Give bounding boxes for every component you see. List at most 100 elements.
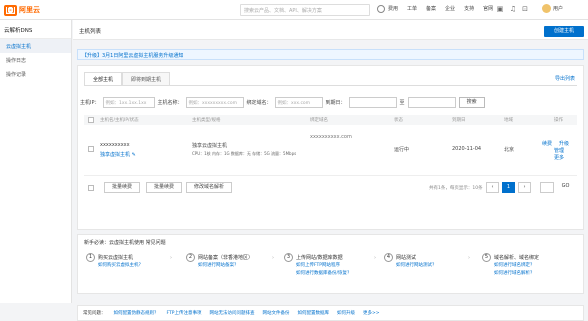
search-icon[interactable]	[377, 5, 385, 13]
guide-title: 新手必读：云虚拟主机使用 常见问题	[84, 240, 166, 246]
ip-label: 主机IP：	[80, 100, 100, 106]
step-link[interactable]: 如何进行网站备案？	[198, 262, 239, 268]
arrow-right-icon: ›	[272, 255, 274, 261]
expire-label: 到期日：	[325, 100, 346, 106]
nav-site[interactable]: 官网	[483, 5, 493, 12]
next-page-button[interactable]: ›	[518, 182, 531, 193]
manage-link[interactable]: 管理	[554, 147, 564, 154]
goto-button[interactable]: GO	[559, 182, 572, 193]
tab-all-hosts[interactable]: 全部主机	[84, 72, 123, 86]
search-input[interactable]: 搜索云产品、文档、API、解决方案	[240, 4, 370, 16]
step-title: 网站备案（非香港地区）	[198, 255, 254, 261]
step-title: 域名解析、域名绑定	[494, 255, 540, 261]
host-expire: 2020-11-04	[452, 146, 482, 152]
step-title: 上传网站/数据库数据	[296, 255, 343, 261]
cart-icon[interactable]: ⊡	[521, 5, 529, 13]
sidebar-item-records[interactable]: 操作记录	[0, 67, 71, 81]
create-host-button[interactable]: 创建主机	[544, 26, 584, 37]
sidebar-item-hosts[interactable]: 云虚拟主机	[0, 39, 71, 53]
faq-link[interactable]: FTP上传注意事项	[167, 310, 202, 316]
page-header: 主机列表 创建主机	[73, 20, 588, 40]
faq-label: 常见问题：	[83, 311, 106, 316]
faq-link[interactable]: 如何配置伪静态规则？	[114, 310, 159, 316]
table-header: 主机名/主机IP/状态 主机类型/规格 绑定域名 状态 到期日 地域 操作	[84, 115, 577, 125]
goto-page-input[interactable]	[540, 182, 554, 193]
host-name[interactable]: xxxxxxxxxx	[100, 142, 130, 148]
row-checkbox[interactable]	[88, 146, 94, 152]
domain-input[interactable]: 例如：xxx.com	[274, 97, 323, 108]
faq-link[interactable]: 网站无法访问问题排查	[209, 310, 254, 316]
step-link[interactable]: 如何进行域名绑定？	[494, 262, 535, 268]
step-title: 购买云虚拟主机	[98, 255, 134, 261]
domain-label: 绑定域名：	[246, 100, 272, 106]
faq-bar: 常见问题： 如何配置伪静态规则？ FTP上传注意事项 网站无法访问问题排查 网站…	[77, 305, 584, 321]
sidebar: 云解析DNS 云虚拟主机 操作日志 操作记录	[0, 20, 72, 303]
host-region: 北京	[504, 147, 515, 153]
nav-fee[interactable]: 费用	[388, 5, 398, 12]
tab-expiring-hosts[interactable]: 即将到期主机	[122, 72, 171, 86]
getting-started-guide: 新手必读：云虚拟主机使用 常见问题 1 购买云虚拟主机 如何购买云虚拟主机？ ›…	[77, 234, 584, 294]
upgrade-link[interactable]: 升级	[559, 140, 569, 147]
select-all-checkbox[interactable]	[88, 117, 94, 123]
sidebar-item-logs[interactable]: 操作日志	[0, 53, 71, 67]
faq-more-link[interactable]: 更多>>	[363, 310, 380, 316]
pager-text: 共有1条，每页显示：10条	[429, 186, 483, 191]
step-link[interactable]: 如何进行数据库备份/恢复？	[296, 270, 352, 276]
main-content: 主机列表 创建主机 【升级】3月1日阿里云虚拟主机服务升级通知 全部主机 即将到…	[73, 20, 588, 321]
user-name: 用户	[553, 6, 564, 12]
step-number: 3	[284, 253, 293, 262]
step-number: 4	[384, 253, 393, 262]
bell-icon[interactable]: ♫	[509, 5, 517, 13]
aliyun-logo[interactable]: [-] 阿里云	[4, 4, 40, 16]
th-actions: 操作	[554, 118, 563, 123]
terminal-icon[interactable]: ▣	[496, 5, 504, 13]
th-domain: 绑定域名	[310, 118, 328, 123]
step-link[interactable]: 如何进行域名解析？	[494, 270, 535, 276]
nav-beian[interactable]: 备案	[426, 5, 436, 12]
step-link[interactable]: 如何进行网站测试？	[396, 262, 437, 268]
filter-bar: 主机IP： 例如：1xx.1xx.1xx 主机名称： 例如：xxxxxxxxx.…	[80, 97, 485, 108]
name-input[interactable]: 例如：xxxxxxxxx.com	[185, 97, 244, 108]
page-1-button[interactable]: 1	[502, 182, 515, 193]
faq-link[interactable]: 如何升级	[337, 310, 355, 316]
search-button[interactable]: 搜索	[458, 97, 485, 108]
th-expire: 到期日	[452, 118, 466, 123]
expire-start-input[interactable]	[348, 97, 397, 108]
user-menu[interactable]: 用户	[542, 4, 563, 13]
batch-renew-button-2[interactable]: 批量续费	[146, 182, 183, 193]
avatar	[542, 4, 551, 13]
notice-banner[interactable]: 【升级】3月1日阿里云虚拟主机服务升级通知	[77, 49, 584, 60]
nav-support[interactable]: 支持	[464, 5, 474, 12]
more-link[interactable]: 更多	[554, 154, 564, 161]
arrow-right-icon: ›	[374, 255, 376, 261]
host-sub[interactable]: 独享虚拟主机 ✎	[100, 151, 136, 158]
faq-link[interactable]: 如何配置数据库	[297, 310, 329, 316]
expire-end-input[interactable]	[407, 97, 456, 108]
step-link[interactable]: 如何上传FTP网站程序	[296, 262, 340, 268]
faq-link[interactable]: 网站文件备份	[262, 310, 289, 316]
name-label: 主机名称：	[157, 100, 183, 106]
prev-page-button[interactable]: ‹	[486, 182, 499, 193]
step-link[interactable]: 如何购买云虚拟主机？	[98, 262, 143, 268]
host-list-panel: 全部主机 即将到期主机 导出列表 主机IP： 例如：1xx.1xx.1xx 主机…	[77, 65, 584, 230]
host-type: 独享云虚拟主机	[192, 143, 228, 149]
table-row[interactable]: xxxxxxxxxx 独享虚拟主机 ✎ 独享云虚拟主机 CPU：1核 内存：1G…	[84, 126, 577, 176]
nav-enterprise[interactable]: 企业	[445, 5, 455, 12]
table-footer: 批量续费 批量续费 修改域名解析 共有1条，每页显示：10条 ‹ 1 › GO	[84, 179, 577, 197]
logo-icon: [-]	[4, 4, 17, 16]
modify-dns-button[interactable]: 修改域名解析	[186, 182, 233, 193]
th-type: 主机类型/规格	[192, 118, 221, 123]
tab-bar: 全部主机 即将到期主机	[84, 72, 171, 86]
nav-ticket[interactable]: 工单	[407, 5, 417, 12]
batch-renew-button[interactable]: 批量续费	[104, 182, 141, 193]
sidebar-title: 云解析DNS	[0, 20, 71, 39]
arrow-right-icon: ›	[468, 255, 470, 261]
renew-link[interactable]: 续费	[542, 140, 552, 147]
top-navbar: [-] 阿里云 搜索云产品、文档、API、解决方案 费用 工单 备案 企业 支持…	[0, 0, 588, 20]
footer-checkbox[interactable]	[88, 185, 94, 191]
ip-input[interactable]: 例如：1xx.1xx.1xx	[102, 97, 155, 108]
export-list-link[interactable]: 导出列表	[555, 75, 575, 82]
host-status: 运行中	[394, 147, 410, 153]
tab-divider	[84, 85, 577, 86]
top-nav: 费用 工单 备案 企业 支持 官网	[388, 5, 493, 12]
